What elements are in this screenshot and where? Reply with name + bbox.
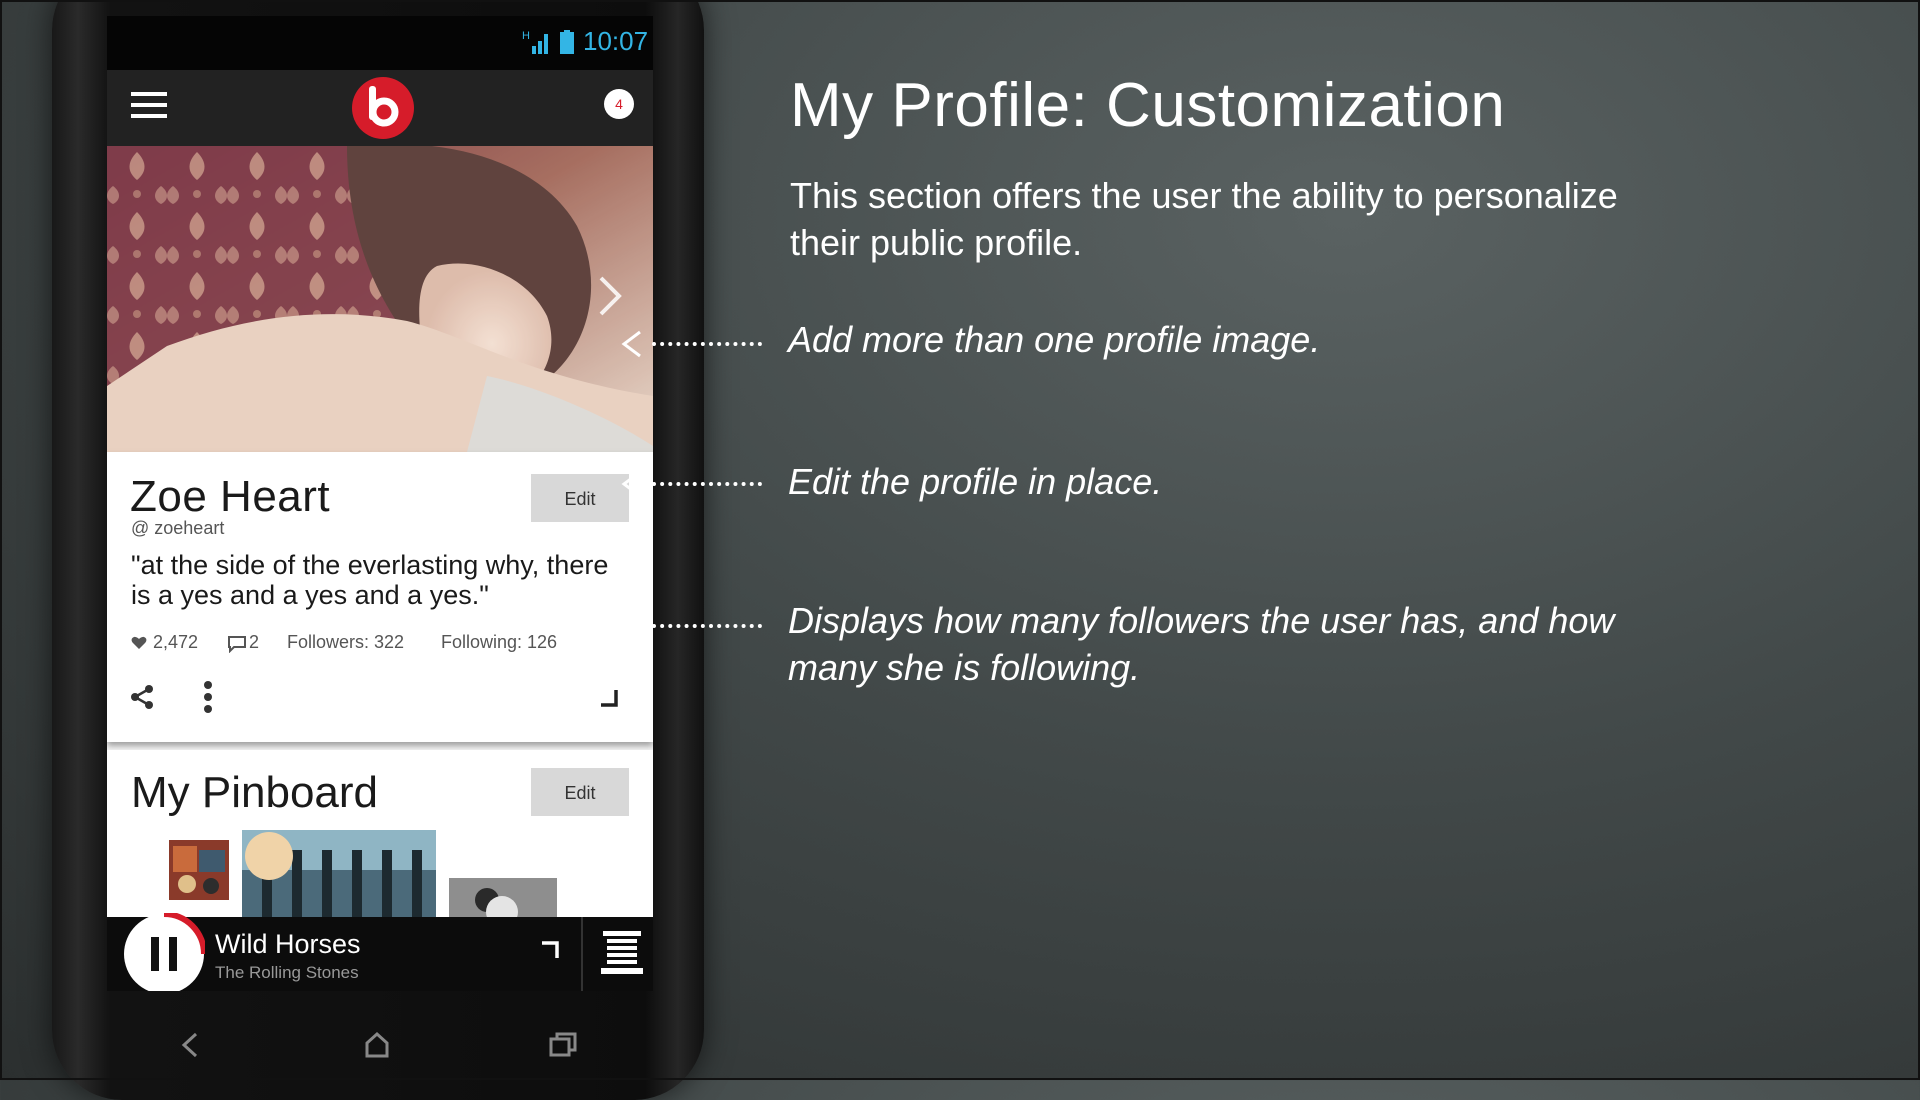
next-image-chevron-icon[interactable] bbox=[597, 274, 623, 318]
status-bar: H 10:07 bbox=[107, 16, 653, 70]
callout-edit-profile: Edit the profile in place. bbox=[788, 461, 1163, 502]
android-nav-bar bbox=[130, 1030, 610, 1070]
callout-arrow-icon bbox=[621, 330, 641, 358]
following-count[interactable]: Following: 126 bbox=[441, 632, 557, 653]
comment-icon bbox=[228, 636, 246, 653]
callout-arrow-icon bbox=[621, 612, 641, 640]
hamburger-menu-icon[interactable] bbox=[131, 90, 167, 120]
recent-apps-icon[interactable] bbox=[548, 1030, 578, 1060]
player-divider bbox=[581, 917, 583, 991]
signal-icon: H bbox=[522, 30, 548, 54]
profile-image-carousel[interactable] bbox=[107, 146, 653, 452]
comments-count: 2 bbox=[249, 632, 260, 652]
profile-photo bbox=[107, 146, 653, 452]
callout-connector bbox=[652, 482, 762, 486]
edit-profile-button[interactable]: Edit bbox=[531, 474, 629, 522]
album-cover-2[interactable] bbox=[242, 830, 436, 930]
followers-count[interactable]: Followers: 322 bbox=[287, 632, 404, 653]
profile-name: Zoe Heart bbox=[130, 472, 331, 521]
status-time: 10:07 bbox=[583, 26, 649, 56]
heart-icon bbox=[131, 636, 147, 649]
back-icon[interactable] bbox=[178, 1030, 202, 1060]
queue-icon[interactable] bbox=[601, 931, 643, 977]
slide-intro: This section offers the user the ability… bbox=[790, 175, 1618, 263]
now-playing-bar[interactable]: Wild Horses The Rolling Stones bbox=[107, 913, 653, 991]
track-title: Wild Horses bbox=[215, 929, 361, 959]
profile-handle: @ zoeheart bbox=[131, 518, 225, 538]
callout-connector bbox=[652, 624, 762, 628]
album-cover-1[interactable] bbox=[169, 840, 229, 900]
beats-logo[interactable] bbox=[351, 76, 415, 140]
app-bar: 4 bbox=[107, 70, 653, 146]
battery-icon bbox=[560, 30, 574, 54]
callout-profile-image: Add more than one profile image. bbox=[788, 319, 1321, 360]
more-options-icon[interactable] bbox=[203, 680, 213, 714]
callout-arrow-icon bbox=[621, 470, 641, 498]
callout-connector bbox=[652, 342, 762, 346]
track-artist: The Rolling Stones bbox=[215, 963, 359, 982]
pinboard-title: My Pinboard bbox=[131, 768, 379, 817]
likes-count: 2,472 bbox=[153, 632, 199, 652]
profile-quote: "at the side of the everlasting why, the… bbox=[131, 550, 609, 610]
phone-screen: H 10:07 4 Zoe Heart @ zoeheart Edit "at … bbox=[107, 16, 653, 991]
pause-button[interactable] bbox=[123, 913, 205, 991]
home-icon[interactable] bbox=[364, 1030, 390, 1060]
slide-title: My Profile: Customization bbox=[790, 71, 1506, 140]
notifications-badge[interactable]: 4 bbox=[604, 89, 634, 119]
player-expand-icon[interactable] bbox=[539, 939, 561, 961]
expand-corner-icon[interactable] bbox=[599, 688, 619, 708]
share-icon[interactable] bbox=[129, 684, 155, 710]
network-type: H bbox=[522, 30, 530, 42]
profile-card: Zoe Heart @ zoeheart Edit "at the side o… bbox=[107, 452, 653, 742]
callout-followers: Displays how many followers the user has… bbox=[788, 600, 1615, 688]
edit-pinboard-button[interactable]: Edit bbox=[531, 768, 629, 816]
